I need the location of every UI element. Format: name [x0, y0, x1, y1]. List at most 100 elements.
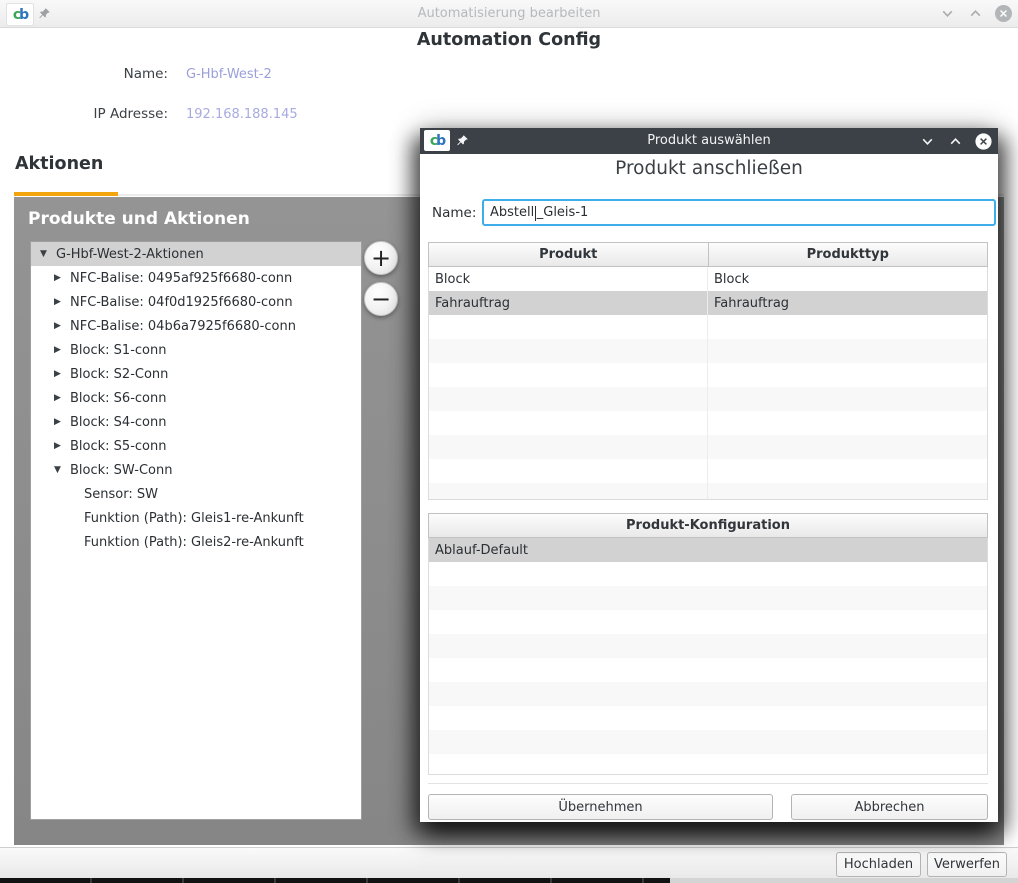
name-value[interactable]: G-Hbf-West-2 — [186, 67, 272, 82]
config-table-body[interactable]: Ablauf-Default — [428, 538, 988, 775]
tree-item[interactable]: ▶ Block: S1-conn — [31, 338, 361, 362]
column-header-produkt[interactable]: Produkt — [428, 242, 709, 267]
table-cell — [429, 435, 708, 459]
dialog-logo-icon: cb — [424, 130, 450, 151]
empty-table-row[interactable] — [429, 435, 987, 459]
remove-button[interactable]: − — [364, 282, 398, 316]
uebernehmen-button[interactable]: Übernehmen — [428, 794, 773, 820]
tree-item[interactable]: Sensor: SW — [31, 482, 361, 506]
name-field-row: Name: G-Hbf-West-2 — [0, 66, 272, 82]
tree-item[interactable]: ▶Block: S2-Conn — [31, 362, 361, 386]
tree-item-label: Block: S1-conn — [70, 343, 166, 358]
tree-item[interactable]: ▶NFC-Balise: 04f0d1925f6680-conn — [31, 290, 361, 314]
column-header-konfiguration[interactable]: Produkt-Konfiguration — [428, 513, 988, 538]
config-cell — [429, 658, 987, 682]
column-header-produkttyp[interactable]: Produkttyp — [708, 242, 989, 267]
add-button[interactable]: + — [364, 241, 398, 275]
table-cell — [429, 483, 708, 500]
dialog-close-icon[interactable] — [975, 133, 992, 150]
hochladen-button[interactable]: Hochladen — [836, 852, 921, 877]
window-minimize-icon[interactable] — [939, 5, 956, 22]
tree-item[interactable]: Funktion (Path): Gleis1-re-Ankunft — [31, 506, 361, 530]
tree-collapse-icon[interactable]: ▼ — [37, 249, 50, 259]
tree-expand-icon[interactable]: ▶ — [51, 441, 64, 451]
table-cell — [429, 363, 708, 387]
tree-expand-icon[interactable]: ▶ — [51, 321, 64, 331]
empty-table-row[interactable] — [429, 459, 987, 483]
config-cell — [429, 586, 987, 610]
verwerfen-button[interactable]: Verwerfen — [927, 852, 1007, 877]
tree-item[interactable]: ▼Block: SW-Conn — [31, 458, 361, 482]
tree-item[interactable]: ▶Block: S6-conn — [31, 386, 361, 410]
empty-config-row[interactable] — [429, 682, 987, 706]
tree-collapse-icon[interactable]: ▼ — [51, 465, 64, 475]
product-table-body[interactable]: BlockBlockFahrauftragFahrauftrag — [428, 267, 988, 500]
config-row[interactable]: Ablauf-Default — [429, 538, 987, 562]
config-table: Produkt-Konfiguration Ablauf-Default — [428, 513, 988, 775]
empty-config-row[interactable] — [429, 586, 987, 610]
config-cell — [429, 730, 987, 754]
table-cell — [708, 339, 987, 363]
panel-title: Produkte und Aktionen — [28, 209, 250, 229]
empty-config-row[interactable] — [429, 562, 987, 586]
tree-item[interactable]: ▼ G-Hbf-West-2-Aktionen — [31, 242, 361, 266]
empty-table-row[interactable] — [429, 411, 987, 435]
dialog-name-label: Name: — [432, 205, 476, 221]
empty-config-row[interactable] — [429, 754, 987, 775]
config-cell — [429, 610, 987, 634]
ip-field-row: IP Adresse: 192.168.188.145 — [0, 106, 298, 122]
pin-icon[interactable] — [38, 7, 51, 20]
table-row[interactable]: BlockBlock — [429, 267, 987, 291]
empty-config-row[interactable] — [429, 658, 987, 682]
dialog-maximize-icon[interactable] — [947, 133, 964, 150]
tree-expand-icon[interactable]: ▶ — [51, 273, 64, 283]
window-maximize-icon[interactable] — [967, 5, 984, 22]
tree-item[interactable]: Funktion (Path): Gleis2-re-Ankunft — [31, 530, 361, 554]
product-name-input[interactable]: Abstell_Gleis-1 — [482, 199, 996, 226]
tree-expand-icon[interactable]: ▶ — [51, 297, 64, 307]
empty-table-row[interactable] — [429, 387, 987, 411]
dialog-titlebar: cb Produkt auswählen — [420, 128, 998, 154]
ip-value[interactable]: 192.168.188.145 — [186, 107, 298, 122]
taskbar-sliver[interactable] — [0, 878, 1018, 883]
window-close-icon[interactable] — [995, 5, 1012, 22]
tree-expand-icon[interactable]: ▶ — [51, 393, 64, 403]
tree-item[interactable]: ▶ Block: S5-conn — [31, 434, 361, 458]
dialog-title: Produkt auswählen — [420, 128, 998, 154]
tree-expand-icon[interactable]: ▶ — [51, 369, 64, 379]
table-cell: Fahrauftrag — [429, 291, 708, 315]
taskbar-windows-segment[interactable] — [0, 878, 670, 883]
tree-item-label: Block: S5-conn — [70, 439, 166, 454]
table-cell: Fahrauftrag — [708, 291, 987, 315]
product-dialog: cb Produkt auswählen Produkt anschließen… — [420, 128, 998, 822]
config-cell — [429, 682, 987, 706]
actions-tree[interactable]: ▼ G-Hbf-West-2-Aktionen ▶NFC-Balise: 0495a… — [30, 241, 362, 820]
tree-item[interactable]: ▶NFC-Balise: 04b6a7925f6680-conn — [31, 314, 361, 338]
product-table: Produkt Produkttyp BlockBlockFahrauftrag… — [428, 242, 988, 500]
empty-config-row[interactable] — [429, 610, 987, 634]
tree-item[interactable]: ▶Block: S4-conn — [31, 410, 361, 434]
input-text-after-caret: _Gleis-1 — [537, 205, 589, 220]
dialog-minimize-icon[interactable] — [919, 133, 936, 150]
empty-table-row[interactable] — [429, 315, 987, 339]
empty-config-row[interactable] — [429, 706, 987, 730]
empty-table-row[interactable] — [429, 363, 987, 387]
tree-expand-icon[interactable]: ▶ — [51, 417, 64, 427]
tree-item-label: G-Hbf-West-2-Aktionen — [56, 247, 204, 262]
dialog-pin-icon[interactable] — [456, 134, 469, 147]
table-cell — [708, 459, 987, 483]
empty-table-row[interactable] — [429, 483, 987, 500]
tree-item[interactable]: ▶NFC-Balise: 0495af925f6680-conn — [31, 266, 361, 290]
table-row[interactable]: FahrauftragFahrauftrag — [429, 291, 987, 315]
empty-config-row[interactable] — [429, 634, 987, 658]
tree-expand-icon[interactable]: ▶ — [51, 345, 64, 355]
table-cell — [708, 363, 987, 387]
table-cell — [429, 387, 708, 411]
empty-table-row[interactable] — [429, 339, 987, 363]
table-cell — [429, 315, 708, 339]
empty-config-row[interactable] — [429, 730, 987, 754]
abbrechen-button[interactable]: Abbrechen — [791, 794, 988, 820]
input-text-before-caret: Abstell — [490, 205, 534, 220]
page-title: Automation Config — [0, 30, 1018, 50]
tab-aktionen[interactable]: Aktionen — [15, 154, 103, 174]
